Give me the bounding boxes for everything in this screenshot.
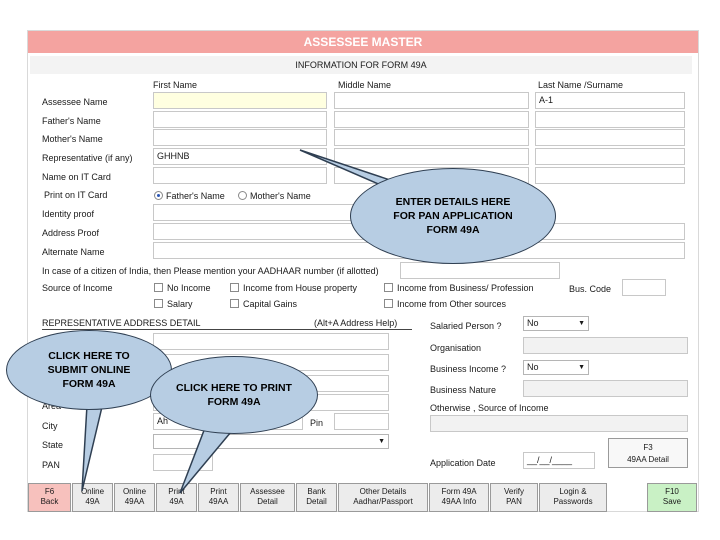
print-callout-text: CLICK HERE TO PRINT FORM 49A <box>176 382 292 408</box>
print-callout: CLICK HERE TO PRINT FORM 49A <box>150 356 318 434</box>
callout-pointers <box>81 149 410 494</box>
enter-details-callout-text: ENTER DETAILS HERE FOR PAN APPLICATION F… <box>393 196 513 236</box>
submit-callout-text: CLICK HERE TO SUBMIT ONLINE FORM 49A <box>47 350 131 390</box>
enter-details-callout: ENTER DETAILS HERE FOR PAN APPLICATION F… <box>350 168 556 264</box>
submit-callout: CLICK HERE TO SUBMIT ONLINE FORM 49A <box>6 330 172 410</box>
